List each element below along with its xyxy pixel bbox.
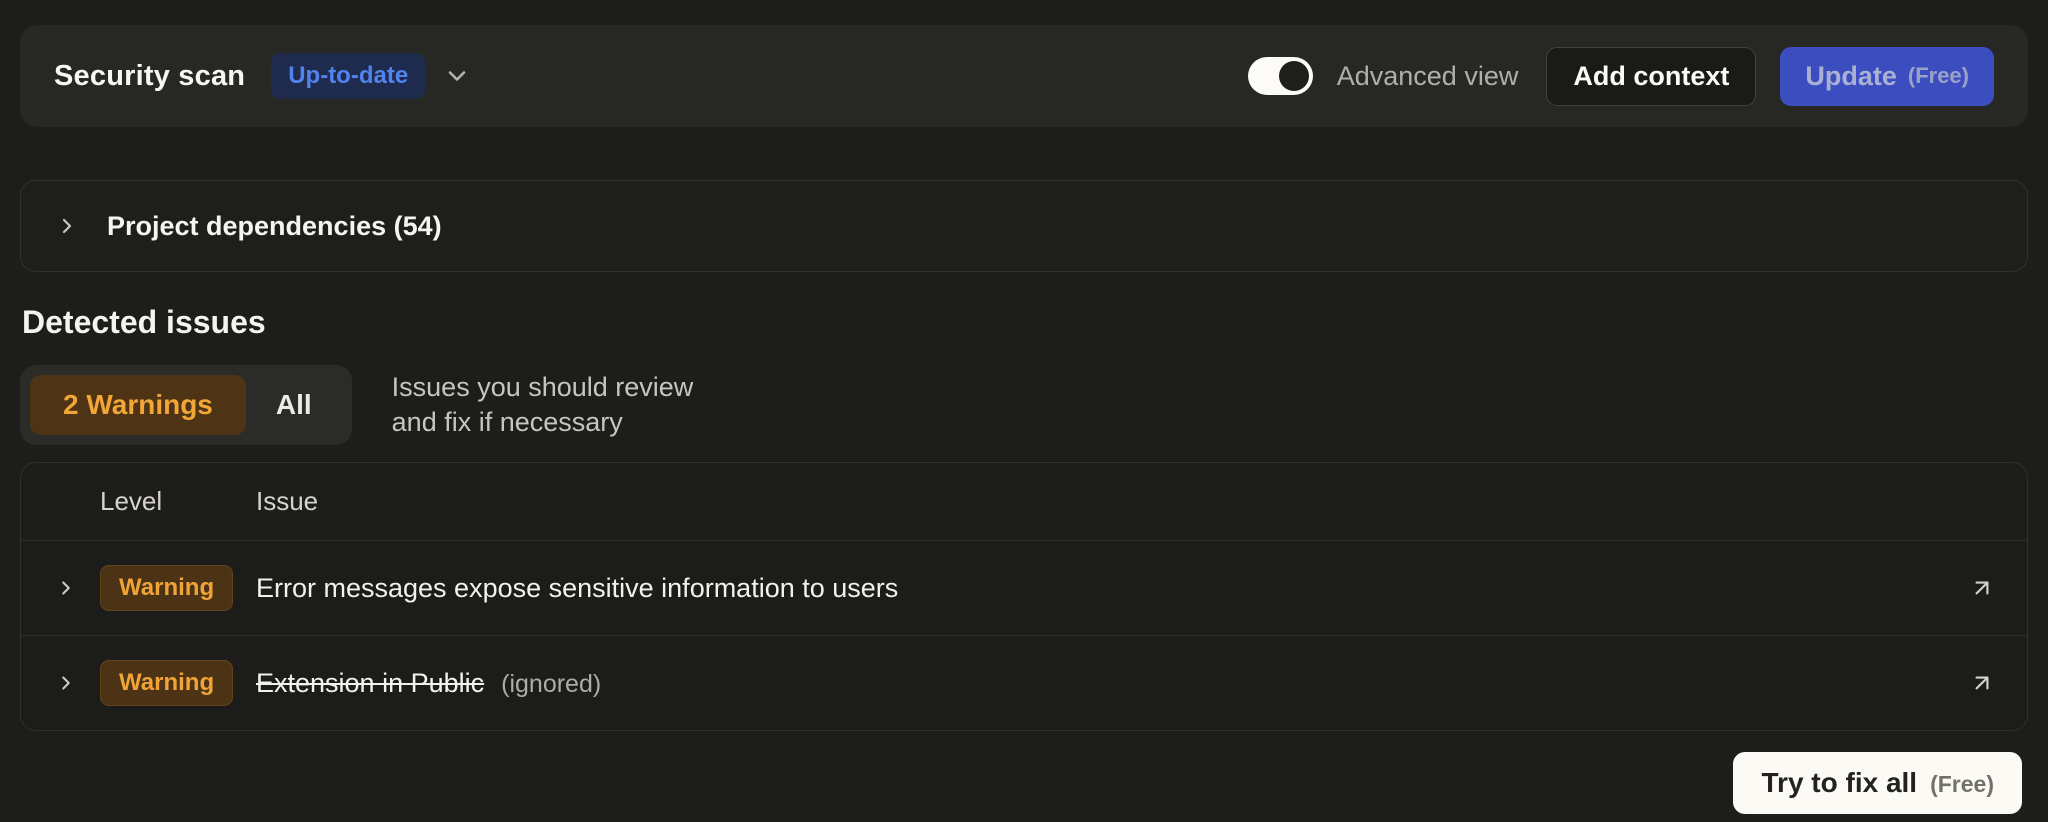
column-header-level: Level (100, 486, 240, 517)
toggle-knob (1279, 61, 1309, 91)
tab-all[interactable]: All (246, 375, 342, 435)
page-title: Security scan (54, 60, 245, 93)
project-dependencies-row[interactable]: Project dependencies (54) (20, 180, 2028, 272)
header-expand-button[interactable] (443, 62, 471, 90)
advanced-view-toggle[interactable] (1248, 57, 1313, 95)
issues-table-header: Level Issue (21, 463, 2027, 540)
issue-title: Extension in Public (256, 668, 484, 699)
update-label: Update (1805, 61, 1897, 92)
ignored-label: (ignored) (501, 670, 601, 699)
try-to-fix-all-button[interactable]: Try to fix all (Free) (1733, 752, 2022, 814)
update-button[interactable]: Update (Free) (1780, 47, 1994, 106)
header-actions: Advanced view Add context Update (Free) (1248, 47, 1994, 106)
project-dependencies-label: Project dependencies (54) (107, 211, 442, 242)
issues-description-line2: and fix if necessary (392, 405, 694, 440)
fix-all-label: Try to fix all (1761, 767, 1917, 799)
header-bar: Security scan Up-to-date Advanced view A… (20, 25, 2028, 127)
warning-level-badge: Warning (100, 565, 233, 611)
security-scan-page: Security scan Up-to-date Advanced view A… (0, 0, 2048, 822)
open-issue-button[interactable] (1964, 670, 2000, 696)
advanced-view-label: Advanced view (1337, 61, 1519, 92)
add-context-label: Add context (1573, 61, 1729, 92)
add-context-button[interactable]: Add context (1546, 47, 1756, 106)
chevron-right-icon (55, 672, 77, 694)
row-expand-button[interactable] (48, 577, 84, 599)
chevron-down-icon (443, 62, 471, 90)
chevron-right-icon (55, 577, 77, 599)
header-left: Security scan Up-to-date (54, 53, 471, 99)
issues-description: Issues you should review and fix if nece… (392, 370, 694, 440)
warning-level-badge: Warning (100, 660, 233, 706)
issues-filter-row: 2 Warnings All Issues you should review … (20, 365, 2028, 445)
status-badge: Up-to-date (271, 53, 425, 99)
chevron-right-icon (55, 214, 79, 238)
tab-warnings[interactable]: 2 Warnings (30, 375, 246, 435)
arrow-up-right-icon (1969, 670, 1995, 696)
issues-table: Level Issue Warning Error messages expos… (20, 462, 2028, 731)
footer: Try to fix all (Free) (20, 752, 2028, 814)
detected-issues-heading: Detected issues (22, 304, 2028, 341)
table-row[interactable]: Warning Error messages expose sensitive … (21, 540, 2027, 635)
arrow-up-right-icon (1969, 575, 1995, 601)
issues-tab-group: 2 Warnings All (20, 365, 352, 445)
issue-cell: Extension in Public (ignored) (256, 668, 1948, 699)
column-header-issue: Issue (256, 486, 1948, 517)
issue-title: Error messages expose sensitive informat… (256, 573, 898, 604)
open-issue-button[interactable] (1964, 575, 2000, 601)
update-free-suffix: (Free) (1908, 63, 1969, 89)
table-row[interactable]: Warning Extension in Public (ignored) (21, 635, 2027, 730)
row-expand-button[interactable] (48, 672, 84, 694)
issues-description-line1: Issues you should review (392, 370, 694, 405)
issue-cell: Error messages expose sensitive informat… (256, 573, 1948, 604)
fix-all-free-suffix: (Free) (1930, 771, 1994, 798)
